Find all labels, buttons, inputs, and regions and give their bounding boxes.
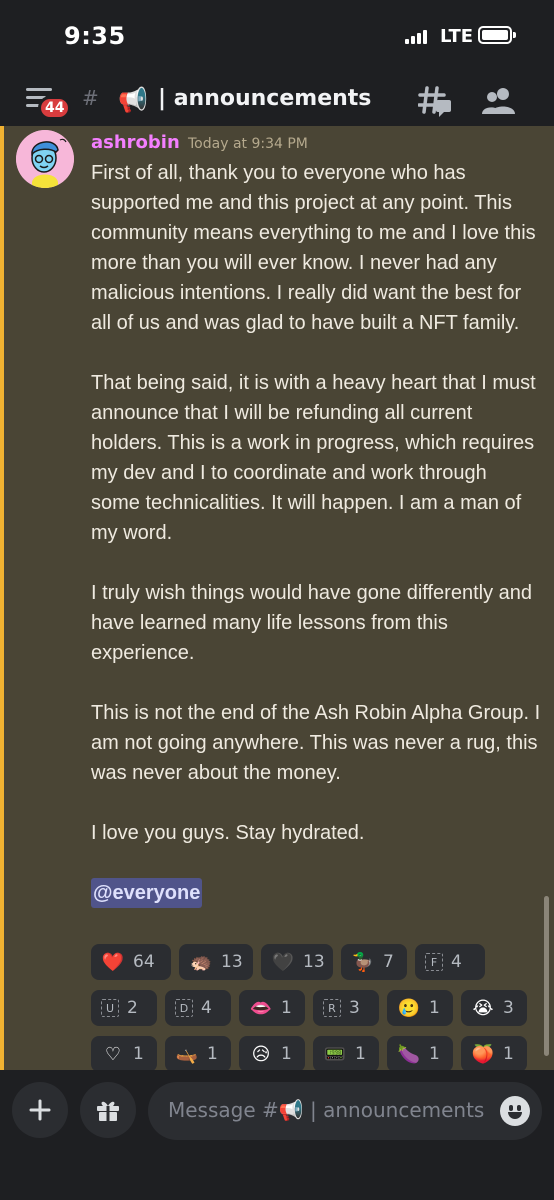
pager-icon: 📟 <box>323 1043 347 1065</box>
message-input-placeholder: Message #📢 | announcements <box>168 1098 485 1122</box>
smiling-tear-icon: 🥲 <box>397 997 421 1019</box>
message-paragraph: First of all, thank you to everyone who … <box>91 162 536 334</box>
status-bar: 9:35 LTE <box>0 0 554 74</box>
loudly-crying-icon: 😭 <box>472 997 494 1019</box>
reaction-sad-relieved[interactable]: 😥 1 <box>239 1036 305 1070</box>
message-list[interactable]: ashrobin Today at 9:34 PM First of all, … <box>0 126 554 1070</box>
scrollbar[interactable] <box>544 896 549 1056</box>
message-composer: Message #📢 | announcements <box>0 1070 554 1200</box>
reaction-boat[interactable]: 🛶 1 <box>165 1036 231 1070</box>
reaction-count: 1 <box>133 1044 144 1064</box>
add-attachment-button[interactable] <box>12 1082 68 1138</box>
notification-badge: 44 <box>38 96 72 120</box>
gift-button[interactable] <box>80 1082 136 1138</box>
reaction-loudly-crying[interactable]: 😭 3 <box>461 990 527 1026</box>
message-timestamp: Today at 9:34 PM <box>188 136 308 152</box>
reaction-count: 1 <box>281 1044 292 1064</box>
reaction-black-heart[interactable]: 🖤 13 <box>261 944 333 980</box>
letter-r-icon: R <box>323 999 341 1017</box>
reaction-eggplant[interactable]: 🍆 1 <box>387 1036 453 1070</box>
reaction-count: 1 <box>429 998 440 1018</box>
gift-icon <box>97 1101 119 1121</box>
message-paragraph: I love you guys. Stay hydrated. <box>91 822 365 844</box>
locked-channel-icon: # <box>82 86 99 110</box>
reaction-letter-d[interactable]: D4 <box>165 990 231 1026</box>
reaction-letter-f[interactable]: F4 <box>415 944 485 980</box>
reaction-mouth[interactable]: 👄 1 <box>239 990 305 1026</box>
reaction-sonic[interactable]: 🦔 13 <box>179 944 253 980</box>
status-time: 9:35 <box>64 22 126 50</box>
reaction-letter-r[interactable]: R3 <box>313 990 379 1026</box>
message-paragraph: This is not the end of the Ash Robin Alp… <box>91 702 541 784</box>
channel-header: 44 # 📢 | announcements <box>0 74 554 126</box>
reaction-count: 3 <box>503 998 514 1018</box>
reaction-count: 13 <box>303 952 325 972</box>
message-paragraph: That being said, it is with a heavy hear… <box>91 372 536 544</box>
duck-icon: 🦆 <box>351 951 375 973</box>
reaction-count: 1 <box>503 1044 514 1064</box>
peach-icon: 🍑 <box>471 1043 495 1065</box>
message-body: First of all, thank you to everyone who … <box>91 158 541 908</box>
reaction-heart[interactable]: ❤️ 64 <box>91 944 171 980</box>
reaction-count: 3 <box>349 998 360 1018</box>
everyone-mention[interactable]: @everyone <box>91 878 203 908</box>
reaction-peach[interactable]: 🍑 1 <box>461 1036 527 1070</box>
message-author[interactable]: ashrobin <box>91 132 180 153</box>
reaction-count: 4 <box>451 952 462 972</box>
reaction-outline-heart[interactable]: ♡ 1 <box>91 1036 157 1070</box>
channel-title[interactable]: | announcements <box>158 86 371 111</box>
heart-icon: ❤️ <box>101 951 125 973</box>
reaction-letter-u[interactable]: U2 <box>91 990 157 1026</box>
message-input[interactable]: Message #📢 | announcements <box>148 1082 542 1140</box>
reaction-row: ❤️ 64 🦔 13 🖤 13 🦆 7 F4 <box>91 944 531 980</box>
letter-u-icon: U <box>101 999 119 1017</box>
reaction-count: 2 <box>127 998 138 1018</box>
signal-strength-icon <box>405 30 427 44</box>
outline-heart-icon: ♡ <box>104 1043 122 1065</box>
sonic-icon: 🦔 <box>189 951 213 973</box>
reaction-count: 7 <box>383 952 394 972</box>
network-type: LTE <box>440 26 474 47</box>
reaction-row: U2 D4 👄 1 R3 🥲 1 😭 3 <box>91 990 531 1026</box>
avatar[interactable] <box>16 130 74 188</box>
megaphone-icon: 📢 <box>118 86 148 114</box>
reaction-count: 1 <box>207 1044 218 1064</box>
reaction-count: 1 <box>281 998 292 1018</box>
members-icon[interactable] <box>482 86 516 116</box>
reaction-pager[interactable]: 📟 1 <box>313 1036 379 1070</box>
sad-relieved-icon: 😥 <box>251 1043 271 1065</box>
plus-icon <box>29 1099 51 1121</box>
reaction-count: 4 <box>201 998 212 1018</box>
reaction-row: ♡ 1 🛶 1 😥 1 📟 1 🍆 1 🍑 1 <box>91 1036 531 1070</box>
boat-icon: 🛶 <box>175 1043 199 1065</box>
letter-d-icon: D <box>175 999 193 1017</box>
reaction-count: 64 <box>133 952 155 972</box>
reaction-count: 1 <box>429 1044 440 1064</box>
channel-name: announcements <box>173 86 372 111</box>
reaction-smiling-tear[interactable]: 🥲 1 <box>387 990 453 1026</box>
eggplant-icon: 🍆 <box>397 1043 421 1065</box>
black-heart-icon: 🖤 <box>271 951 295 973</box>
battery-icon <box>478 26 516 44</box>
letter-f-icon: F <box>425 953 443 971</box>
emoji-picker-icon[interactable] <box>500 1096 530 1126</box>
mention-highlight-bar <box>0 126 4 1070</box>
mouth-icon: 👄 <box>249 997 273 1019</box>
reaction-count: 13 <box>221 952 243 972</box>
message-paragraph: I truly wish things would have gone diff… <box>91 582 533 664</box>
reaction-duck[interactable]: 🦆 7 <box>341 944 407 980</box>
reaction-count: 1 <box>355 1044 366 1064</box>
threads-icon[interactable] <box>418 84 452 118</box>
